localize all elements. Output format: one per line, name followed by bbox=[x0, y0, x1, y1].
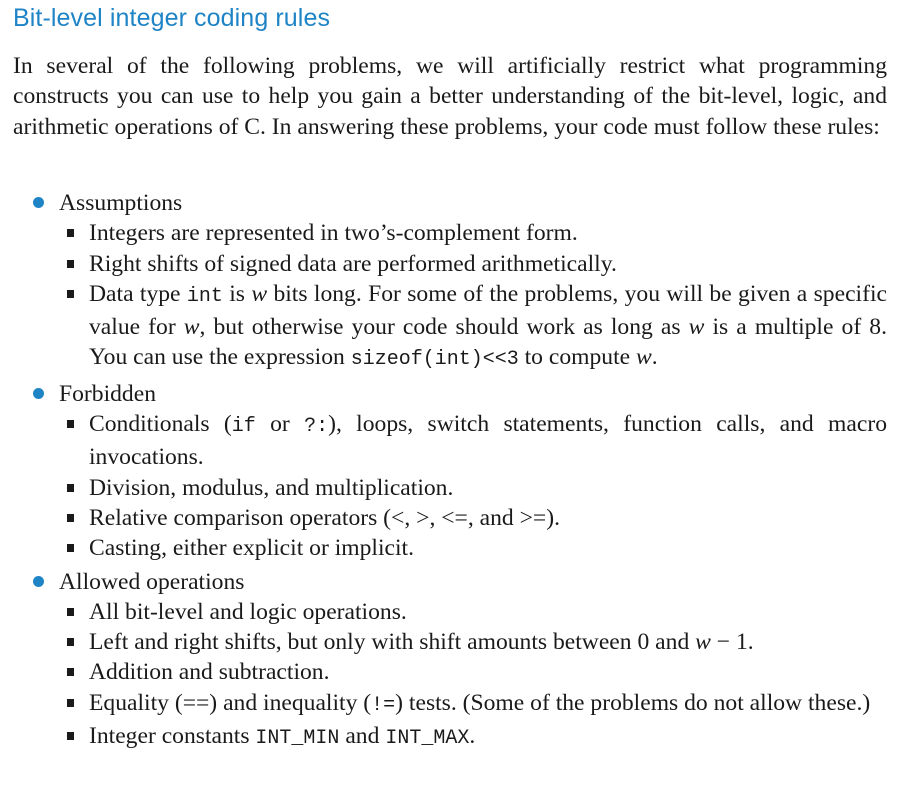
rule-item: Integers are represented in two’s-comple… bbox=[13, 218, 887, 248]
bullet-square-icon bbox=[67, 668, 74, 677]
bullet-square-icon bbox=[67, 229, 74, 238]
rule-item: Addition and subtraction. bbox=[13, 657, 887, 687]
bullet-square-icon bbox=[67, 259, 74, 268]
bullet-square-icon bbox=[67, 483, 74, 492]
rule-text: Addition and subtraction. bbox=[89, 659, 330, 686]
math-variable: w bbox=[636, 344, 652, 371]
code-token: sizeof(int)<<3 bbox=[350, 348, 519, 372]
bullet-square-icon bbox=[67, 698, 74, 707]
bullet-dot-icon bbox=[33, 387, 44, 399]
math-variable: w bbox=[251, 280, 268, 307]
rule-items: Conditionals (if or ?:), loops, switch s… bbox=[13, 409, 887, 563]
math-variable: w bbox=[688, 314, 705, 341]
rule-text: Left and right shifts, but only with shi… bbox=[89, 629, 696, 656]
code-token: ?: bbox=[304, 415, 329, 439]
rule-text: Integer constants bbox=[89, 723, 256, 750]
code-token: != bbox=[371, 693, 396, 717]
rule-section-heading: Allowed operations bbox=[13, 567, 887, 597]
rule-items: All bit-level and logic operations. Left … bbox=[13, 597, 887, 754]
rule-text: All bit-level and logic operations. bbox=[89, 598, 407, 625]
math-variable: w bbox=[695, 629, 711, 656]
rule-text: Equality (==) and inequality ( bbox=[89, 689, 372, 716]
bullet-square-icon bbox=[67, 544, 74, 553]
rule-text: − 1. bbox=[710, 629, 754, 656]
rule-text: ) tests. (Some of the problems do not al… bbox=[395, 689, 871, 716]
bullet-square-icon bbox=[67, 607, 74, 616]
rule-item: Casting, either explicit or implicit. bbox=[13, 533, 887, 563]
bullet-square-icon bbox=[67, 513, 74, 522]
section-heading-text: Allowed operations bbox=[59, 568, 245, 595]
bullet-square-icon bbox=[67, 420, 74, 429]
math-variable: w bbox=[183, 314, 200, 341]
rule-items: Integers are represented in two’s-comple… bbox=[13, 218, 887, 375]
rule-text: Conditionals ( bbox=[89, 411, 232, 438]
rule-section-allowed-operations: Allowed operations All bit-level and logi… bbox=[13, 567, 887, 755]
rule-item: Division, modulus, and multiplication. bbox=[13, 473, 887, 503]
rules-list: Assumptions Integers are represented in t… bbox=[13, 188, 887, 757]
rule-text: Relative comparison operators (<, >, <=,… bbox=[89, 504, 560, 531]
bullet-dot-icon bbox=[33, 575, 44, 587]
rule-item: Equality (==) and inequality (!=) tests.… bbox=[13, 688, 887, 721]
code-token: INT_MIN bbox=[255, 727, 340, 751]
rule-item: Conditionals (if or ?:), loops, switch s… bbox=[13, 409, 887, 473]
rule-text: Casting, either explicit or implicit. bbox=[89, 535, 415, 562]
bullet-square-icon bbox=[67, 289, 74, 298]
bullet-square-icon bbox=[67, 732, 74, 741]
rule-text: Integers are represented in two’s-comple… bbox=[89, 220, 578, 247]
section-title: Bit-level integer coding rules bbox=[13, 4, 331, 32]
rule-item: Right shifts of signed data are performe… bbox=[13, 249, 887, 279]
rule-text: . bbox=[651, 344, 658, 371]
code-token: INT_MAX bbox=[385, 727, 470, 751]
section-heading-text: Assumptions bbox=[59, 190, 183, 216]
code-token: int bbox=[186, 284, 223, 308]
rule-section-assumptions: Assumptions Integers are represented in t… bbox=[13, 188, 887, 376]
rule-section-heading: Forbidden bbox=[13, 379, 887, 409]
rule-text: , but otherwise your code should work as… bbox=[199, 314, 689, 341]
rule-text: Division, modulus, and multiplication. bbox=[89, 474, 454, 501]
rule-item: Left and right shifts, but only with shi… bbox=[13, 627, 887, 657]
bullet-dot-icon bbox=[33, 197, 44, 208]
code-token: if bbox=[231, 415, 256, 439]
rule-item: Integer constants INT_MIN and INT_MAX. bbox=[13, 721, 887, 754]
rule-text: and bbox=[339, 723, 386, 750]
rule-text: Data type bbox=[89, 280, 187, 307]
rule-section-heading: Assumptions bbox=[13, 188, 887, 218]
intro-paragraph: In several of the following problems, we… bbox=[13, 53, 887, 140]
bullet-square-icon bbox=[67, 638, 74, 647]
rule-item: Relative comparison operators (<, >, <=,… bbox=[13, 503, 887, 533]
rule-text: Right shifts of signed data are performe… bbox=[89, 250, 617, 277]
rule-section-forbidden: Forbidden Conditionals (if or ?:), loops,… bbox=[13, 379, 887, 564]
rule-text: . bbox=[469, 723, 476, 750]
rule-item: All bit-level and logic operations. bbox=[13, 597, 887, 627]
rule-item: Data type int is w bits long. For some o… bbox=[13, 279, 887, 376]
section-heading-text: Forbidden bbox=[59, 380, 156, 407]
rule-text: or bbox=[255, 411, 305, 438]
rule-text: is bbox=[222, 280, 252, 307]
rule-text: to compute bbox=[518, 344, 637, 371]
